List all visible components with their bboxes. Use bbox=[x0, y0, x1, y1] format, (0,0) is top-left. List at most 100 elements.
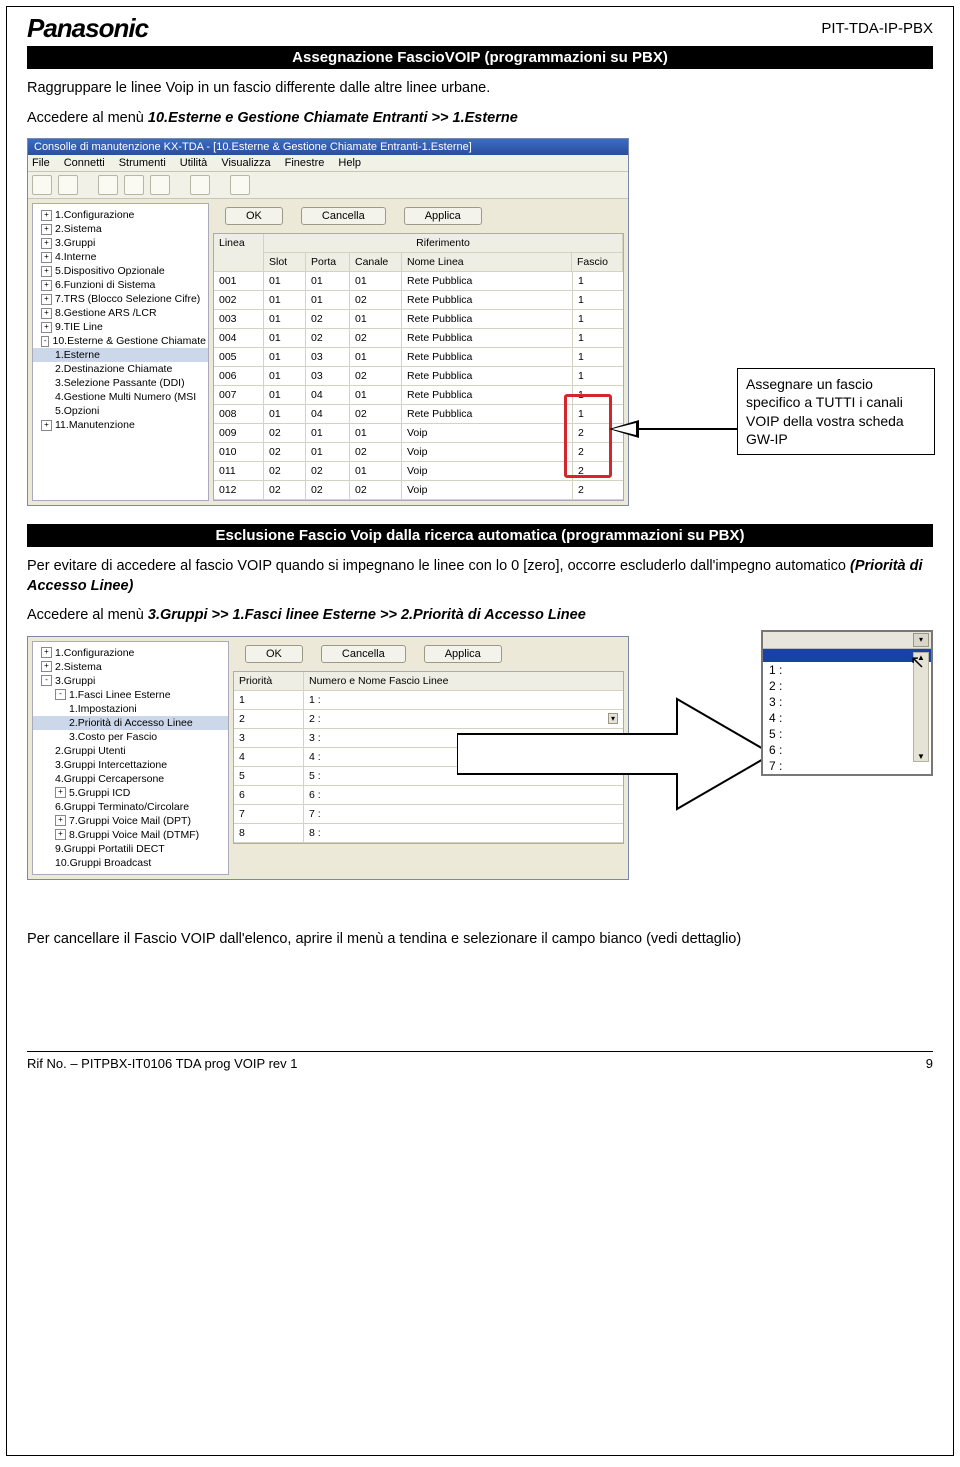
tb-btn-7[interactable] bbox=[230, 175, 250, 195]
dropdown-option[interactable]: 3 : bbox=[763, 694, 931, 710]
chevron-down-icon[interactable]: ▾ bbox=[913, 633, 929, 647]
tree-item[interactable]: 2.Destinazione Chiamate bbox=[33, 362, 208, 376]
tree-item[interactable]: 9.Gruppi Portatili DECT bbox=[33, 842, 228, 856]
menu-connetti[interactable]: Connetti bbox=[64, 157, 105, 169]
expand-icon[interactable]: + bbox=[41, 210, 52, 221]
tree-item[interactable]: 3.Selezione Passante (DDI) bbox=[33, 376, 208, 390]
dropdown-option[interactable]: 1 : bbox=[763, 662, 931, 678]
expand-icon[interactable]: + bbox=[55, 815, 66, 826]
expand-icon[interactable]: + bbox=[41, 322, 52, 333]
tree-item[interactable]: +7.TRS (Blocco Selezione Cifre) bbox=[33, 292, 208, 306]
table-row[interactable]: 009 02 01 01 Voip 2 bbox=[214, 424, 623, 443]
table-row[interactable]: 011 02 02 01 Voip 2 bbox=[214, 462, 623, 481]
tree-item[interactable]: +2.Sistema bbox=[33, 660, 228, 674]
tree-item[interactable]: +2.Sistema bbox=[33, 222, 208, 236]
tree-item[interactable]: 3.Costo per Fascio bbox=[33, 730, 228, 744]
expand-icon[interactable]: + bbox=[41, 661, 52, 672]
expand-icon[interactable]: + bbox=[41, 224, 52, 235]
cancel-button-2[interactable]: Cancella bbox=[321, 645, 406, 663]
tree-item[interactable]: -10.Esterne & Gestione Chiamate bbox=[33, 334, 208, 348]
tree-item[interactable]: +8.Gestione ARS /LCR bbox=[33, 306, 208, 320]
apply-button[interactable]: Applica bbox=[404, 207, 482, 225]
expand-icon[interactable]: + bbox=[41, 294, 52, 305]
expand-icon[interactable]: + bbox=[41, 280, 52, 291]
table-row[interactable]: 010 02 01 02 Voip 2 bbox=[214, 443, 623, 462]
dropdown-option[interactable]: 2 : bbox=[763, 678, 931, 694]
tree-item[interactable]: 3.Gruppi Intercettazione bbox=[33, 758, 228, 772]
menu-visualizza[interactable]: Visualizza bbox=[221, 157, 270, 169]
table-row[interactable]: 007 01 04 01 Rete Pubblica 1 bbox=[214, 386, 623, 405]
collapse-icon[interactable]: - bbox=[55, 689, 66, 700]
table-row[interactable]: 008 01 04 02 Rete Pubblica 1 bbox=[214, 405, 623, 424]
tree-item[interactable]: -3.Gruppi bbox=[33, 674, 228, 688]
tree-item[interactable]: +11.Manutenzione bbox=[33, 418, 208, 432]
table-row[interactable]: 004 01 02 02 Rete Pubblica 1 bbox=[214, 329, 623, 348]
expand-icon[interactable]: + bbox=[55, 829, 66, 840]
tree-item[interactable]: +5.Dispositivo Opzionale bbox=[33, 264, 208, 278]
table-row[interactable]: 006 01 03 02 Rete Pubblica 1 bbox=[214, 367, 623, 386]
table-row[interactable]: 003 01 02 01 Rete Pubblica 1 bbox=[214, 310, 623, 329]
table-row[interactable]: 002 01 01 02 Rete Pubblica 1 bbox=[214, 291, 623, 310]
tree-item[interactable]: +1.Configurazione bbox=[33, 208, 208, 222]
tree-item[interactable]: 2.Priorità di Accesso Linee bbox=[33, 716, 228, 730]
table-row[interactable]: 8 8 : bbox=[234, 824, 623, 843]
tree-item[interactable]: 6.Gruppi Terminato/Circolare bbox=[33, 800, 228, 814]
dropdown-blank-option[interactable] bbox=[763, 649, 931, 662]
nav-tree-2[interactable]: +1.Configurazione+2.Sistema-3.Gruppi-1.F… bbox=[32, 641, 229, 875]
tb-btn-6[interactable] bbox=[190, 175, 210, 195]
table-row[interactable]: 005 01 03 01 Rete Pubblica 1 bbox=[214, 348, 623, 367]
dropdown-option[interactable]: 6 : bbox=[763, 742, 931, 758]
menu-finestre[interactable]: Finestre bbox=[285, 157, 325, 169]
table-row[interactable]: 012 02 02 02 Voip 2 bbox=[214, 481, 623, 500]
collapse-icon[interactable]: - bbox=[41, 675, 52, 686]
tb-btn-2[interactable] bbox=[58, 175, 78, 195]
tree-item[interactable]: +8.Gruppi Voice Mail (DTMF) bbox=[33, 828, 228, 842]
tree-item[interactable]: 4.Gestione Multi Numero (MSI bbox=[33, 390, 208, 404]
tree-item[interactable]: +9.TIE Line bbox=[33, 320, 208, 334]
dropdown-option[interactable]: 7 : bbox=[763, 758, 931, 774]
tb-btn-5[interactable] bbox=[150, 175, 170, 195]
tree-item[interactable]: +3.Gruppi bbox=[33, 236, 208, 250]
expand-icon[interactable]: + bbox=[41, 266, 52, 277]
dropdown-option[interactable]: 4 : bbox=[763, 710, 931, 726]
tree-item[interactable]: +4.Interne bbox=[33, 250, 208, 264]
tree-item[interactable]: +7.Gruppi Voice Mail (DPT) bbox=[33, 814, 228, 828]
expand-icon[interactable]: + bbox=[41, 308, 52, 319]
tree-item[interactable]: 5.Opzioni bbox=[33, 404, 208, 418]
tree-item[interactable]: 1.Impostazioni bbox=[33, 702, 228, 716]
tree-item[interactable]: -1.Fasci Linee Esterne bbox=[33, 688, 228, 702]
tb-btn-3[interactable] bbox=[98, 175, 118, 195]
dropdown-option[interactable]: 5 : bbox=[763, 726, 931, 742]
expand-icon[interactable]: + bbox=[55, 787, 66, 798]
tree-item[interactable]: 2.Gruppi Utenti bbox=[33, 744, 228, 758]
collapse-icon[interactable]: - bbox=[41, 336, 49, 347]
dropdown-field[interactable]: ▾ bbox=[763, 632, 931, 649]
menu-file[interactable]: File bbox=[32, 157, 50, 169]
menu-help[interactable]: Help bbox=[338, 157, 361, 169]
tb-btn-4[interactable] bbox=[124, 175, 144, 195]
expand-icon[interactable]: + bbox=[41, 238, 52, 249]
ok-button-2[interactable]: OK bbox=[245, 645, 303, 663]
tree-item[interactable]: +5.Gruppi ICD bbox=[33, 786, 228, 800]
tree-item[interactable]: 4.Gruppi Cercapersone bbox=[33, 772, 228, 786]
expand-icon[interactable]: + bbox=[41, 647, 52, 658]
cell-linea: 007 bbox=[214, 386, 264, 404]
menu-strumenti[interactable]: Strumenti bbox=[119, 157, 166, 169]
lines-grid[interactable]: Linea Riferimento Slot Porta Canale Nome… bbox=[213, 233, 624, 501]
tree-item[interactable]: 10.Gruppi Broadcast bbox=[33, 856, 228, 870]
cancel-button[interactable]: Cancella bbox=[301, 207, 386, 225]
ok-button[interactable]: OK bbox=[225, 207, 283, 225]
apply-button-2[interactable]: Applica bbox=[424, 645, 502, 663]
expand-icon[interactable]: + bbox=[41, 252, 52, 263]
scroll-down-icon[interactable]: ▼ bbox=[914, 752, 928, 761]
expand-icon[interactable]: + bbox=[41, 420, 52, 431]
table-row[interactable]: 001 01 01 01 Rete Pubblica 1 bbox=[214, 272, 623, 291]
nav-tree[interactable]: +1.Configurazione+2.Sistema+3.Gruppi+4.I… bbox=[32, 203, 209, 501]
tree-item[interactable]: +6.Funzioni di Sistema bbox=[33, 278, 208, 292]
cell-slot: 02 bbox=[264, 443, 306, 461]
tb-btn-1[interactable] bbox=[32, 175, 52, 195]
tree-item[interactable]: +1.Configurazione bbox=[33, 646, 228, 660]
tree-item[interactable]: 1.Esterne bbox=[33, 348, 208, 362]
menu-utilita[interactable]: Utilità bbox=[180, 157, 208, 169]
cell-fascio-name[interactable]: 8 : bbox=[304, 824, 623, 842]
